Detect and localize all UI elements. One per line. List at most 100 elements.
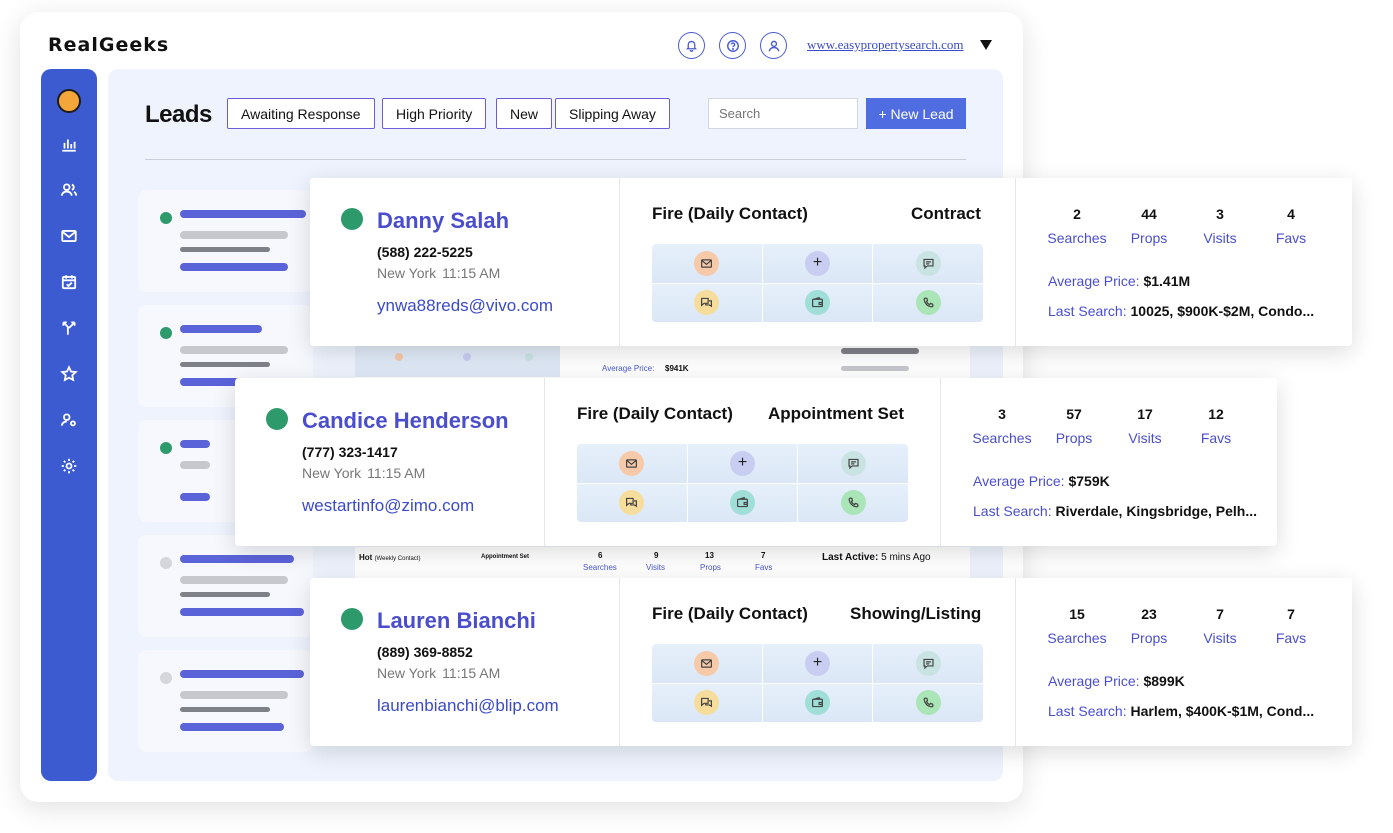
add-action[interactable]: +: [687, 444, 798, 483]
list-item[interactable]: [138, 650, 313, 752]
text-action[interactable]: [652, 683, 762, 722]
lead-location: New York 11:15 AM: [302, 465, 426, 481]
list-item[interactable]: [138, 535, 313, 637]
branch-icon[interactable]: [59, 318, 79, 338]
avatar[interactable]: [57, 89, 81, 113]
avg-price: Average Price: $899K: [1048, 673, 1185, 689]
stat-searches-label[interactable]: Searches: [1047, 230, 1107, 246]
lead-stage: Fire (Daily Contact): [577, 404, 733, 423]
search-input[interactable]: [708, 98, 858, 129]
stat-visits-label[interactable]: Visits: [1190, 230, 1250, 246]
stat-label: Favs: [755, 563, 773, 572]
note-action[interactable]: [873, 644, 983, 683]
new-lead-button[interactable]: + New Lead: [866, 98, 966, 129]
placeholder-bar: [180, 362, 270, 367]
status-dot: [160, 327, 172, 339]
wallet-action[interactable]: [687, 483, 798, 522]
chart-icon[interactable]: [59, 134, 79, 154]
placeholder-bar: [180, 346, 288, 354]
text-action[interactable]: [577, 483, 687, 522]
lead-phone[interactable]: (588) 222-5225: [377, 244, 473, 260]
lead-phone[interactable]: (889) 369-8852: [377, 644, 473, 660]
gear-icon[interactable]: [59, 456, 79, 476]
bell-icon[interactable]: [678, 32, 705, 59]
placeholder-bar: [180, 592, 270, 597]
list-item[interactable]: [138, 190, 313, 292]
user-icon[interactable]: [760, 32, 787, 59]
stat-props-label[interactable]: Props: [1119, 230, 1179, 246]
lead-card-lauren-bianchi[interactable]: Lauren Bianchi (889) 369-8852 New York 11…: [310, 578, 1352, 746]
filter-new[interactable]: New: [496, 98, 553, 129]
site-url-link[interactable]: www.easypropertysearch.com: [807, 37, 964, 53]
users-icon[interactable]: [59, 180, 79, 200]
divider: [145, 159, 966, 160]
note-action[interactable]: [873, 244, 983, 283]
status-label: Appointment Set: [481, 554, 529, 560]
wallet-action[interactable]: [762, 283, 873, 322]
note-action[interactable]: [798, 444, 908, 483]
email-action[interactable]: [577, 444, 687, 483]
stat-props-label[interactable]: Props: [1044, 430, 1104, 446]
calendar-icon[interactable]: [59, 272, 79, 292]
email-action[interactable]: [652, 644, 762, 683]
placeholder-bar: [180, 555, 294, 563]
filter-high-priority[interactable]: High Priority: [382, 98, 487, 129]
placeholder-bar: [180, 325, 262, 333]
stat-searches-label[interactable]: Searches: [1047, 630, 1107, 646]
message-icon: [694, 690, 720, 716]
mail-icon[interactable]: [59, 226, 79, 246]
status-dot: [160, 672, 172, 684]
stat-props-num: 57: [1066, 406, 1082, 422]
lead-name[interactable]: Candice Henderson: [302, 408, 509, 434]
email-action[interactable]: [652, 244, 762, 283]
stat-label: Visits: [646, 563, 665, 572]
last-search: Last Search: Riverdale, Kingsbridge, Pel…: [973, 503, 1257, 519]
lead-card-candice-henderson[interactable]: Candice Henderson (777) 323-1417 New Yor…: [235, 378, 1277, 546]
lead-name[interactable]: Lauren Bianchi: [377, 608, 536, 634]
add-action[interactable]: +: [762, 244, 873, 283]
lead-email[interactable]: laurenbianchi@blip.com: [377, 696, 559, 716]
lead-email[interactable]: ynwa88reds@vivo.com: [377, 296, 553, 316]
status-dot: [160, 212, 172, 224]
user-settings-icon[interactable]: [59, 410, 79, 430]
stat-searches-label[interactable]: Searches: [972, 430, 1032, 446]
phone-icon: [840, 490, 866, 516]
stat-props-label[interactable]: Props: [1119, 630, 1179, 646]
placeholder-bar: [841, 366, 909, 371]
placeholder-bar: [180, 440, 210, 448]
help-icon[interactable]: [719, 32, 746, 59]
stat-visits-label[interactable]: Visits: [1115, 430, 1175, 446]
stat-favs-label[interactable]: Favs: [1186, 430, 1246, 446]
lead-name[interactable]: Danny Salah: [377, 208, 509, 234]
chat-icon: [915, 250, 941, 276]
filter-awaiting-response[interactable]: Awaiting Response: [227, 98, 375, 129]
action-grid: +: [652, 644, 983, 722]
wallet-action[interactable]: [762, 683, 873, 722]
star-icon[interactable]: [59, 364, 79, 384]
text-action[interactable]: [652, 283, 762, 322]
mail-icon: [395, 353, 403, 361]
stat-num: 6: [598, 551, 603, 560]
placeholder-bar: [841, 348, 919, 354]
stat-favs-num: 7: [1287, 606, 1295, 622]
call-action[interactable]: [873, 683, 983, 722]
lead-card-danny-salah[interactable]: Danny Salah (588) 222-5225 New York 11:15…: [310, 178, 1352, 346]
stat-searches-num: 2: [1073, 206, 1081, 222]
divider: [544, 378, 545, 546]
call-action[interactable]: [798, 483, 908, 522]
plus-icon: +: [804, 650, 830, 676]
lead-email[interactable]: westartinfo@zimo.com: [302, 496, 474, 516]
filter-slipping-away[interactable]: Slipping Away: [555, 98, 670, 129]
lead-status: Contract: [911, 204, 981, 223]
stat-favs-label[interactable]: Favs: [1261, 230, 1321, 246]
chevron-down-icon[interactable]: [980, 40, 992, 50]
add-action[interactable]: +: [762, 644, 873, 683]
placeholder-bar: [180, 263, 288, 271]
avg-price-value: $941K: [665, 364, 689, 373]
stat-favs-label[interactable]: Favs: [1261, 630, 1321, 646]
stat-visits-label[interactable]: Visits: [1190, 630, 1250, 646]
wallet-icon: [729, 490, 755, 516]
call-action[interactable]: [873, 283, 983, 322]
lead-phone[interactable]: (777) 323-1417: [302, 444, 398, 460]
placeholder-bar: [180, 670, 304, 678]
